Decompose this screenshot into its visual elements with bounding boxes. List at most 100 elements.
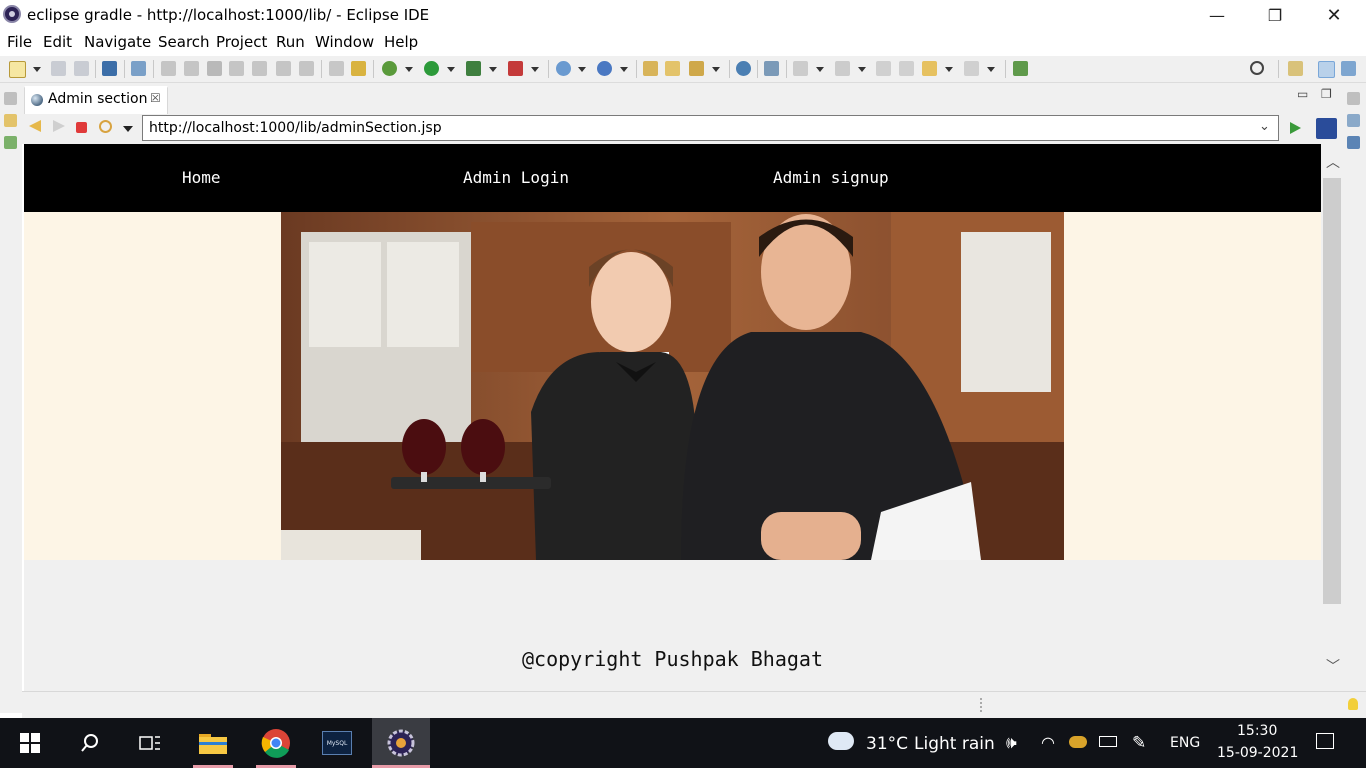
menu-edit[interactable]: Edit: [43, 33, 72, 51]
run-dropdown-icon[interactable]: [447, 67, 455, 72]
search-tool-dropdown-icon[interactable]: [712, 67, 720, 72]
maximize-view-icon[interactable]: ❐: [1321, 87, 1332, 101]
file-explorer-icon[interactable]: [185, 718, 241, 768]
menu-file[interactable]: File: [7, 33, 32, 51]
battery-icon[interactable]: [1099, 736, 1117, 747]
editor-tab-admin-section[interactable]: Admin section ☒: [24, 86, 168, 114]
new-dropdown-icon[interactable]: [33, 67, 41, 72]
nav-link-home[interactable]: Home: [182, 168, 221, 187]
suspend-icon[interactable]: [184, 61, 199, 76]
stop-icon[interactable]: [76, 122, 87, 133]
close-button[interactable]: ✕: [1311, 0, 1357, 30]
open-external-browser-icon[interactable]: [1316, 118, 1337, 139]
debug-icon[interactable]: [382, 61, 397, 76]
next-annotation-icon[interactable]: [793, 61, 808, 76]
weather-temp[interactable]: 31°C: [866, 734, 908, 754]
menu-navigate[interactable]: Navigate: [84, 33, 151, 51]
chrome-icon[interactable]: [248, 718, 304, 768]
scroll-up-icon[interactable]: ︿: [1326, 152, 1340, 172]
search-taskbar-icon[interactable]: [62, 718, 118, 768]
scroll-thumb[interactable]: [1323, 178, 1341, 604]
search-tool-icon[interactable]: [689, 61, 704, 76]
clock-time[interactable]: 15:30: [1237, 723, 1277, 739]
notifications-icon[interactable]: [1316, 733, 1334, 749]
forward-arrow-icon[interactable]: [53, 120, 65, 132]
network-app-icon[interactable]: [1069, 736, 1087, 748]
url-dropdown-icon[interactable]: ⌄: [1259, 119, 1270, 134]
new-class-icon[interactable]: [597, 61, 612, 76]
lightbulb-icon[interactable]: [1348, 698, 1358, 710]
java-ee-perspective-icon[interactable]: [1318, 61, 1335, 78]
terminate-icon[interactable]: [207, 61, 222, 76]
type-hierarchy-icon[interactable]: [4, 136, 17, 149]
task-view-icon[interactable]: [122, 718, 178, 768]
clock-date[interactable]: 15-09-2021: [1217, 745, 1298, 761]
windows-start-icon[interactable]: [2, 718, 58, 768]
open-type-icon[interactable]: [643, 61, 658, 76]
scroll-down-icon[interactable]: ﹀: [1326, 656, 1340, 676]
last-edit-icon[interactable]: [876, 61, 891, 76]
wifi-icon[interactable]: ◠: [1041, 733, 1055, 752]
drop-to-frame-icon[interactable]: [329, 61, 344, 76]
external-tools-dropdown-icon[interactable]: [531, 67, 539, 72]
tab-close-icon[interactable]: ☒: [150, 91, 161, 105]
save-icon[interactable]: [51, 61, 66, 76]
refresh-icon[interactable]: [99, 120, 112, 133]
mysql-icon[interactable]: MySQL: [309, 718, 365, 768]
coverage-icon[interactable]: [466, 61, 481, 76]
restore-right-icon[interactable]: [1347, 92, 1360, 105]
external-tools-icon[interactable]: [508, 61, 523, 76]
java-perspective-icon[interactable]: [1341, 61, 1356, 76]
go-icon[interactable]: [1290, 122, 1301, 134]
open-task-icon[interactable]: [665, 61, 680, 76]
pen-icon[interactable]: ✎: [1132, 733, 1146, 753]
new-server-dropdown-icon[interactable]: [578, 67, 586, 72]
console-icon[interactable]: [102, 61, 117, 76]
refresh-dropdown-icon[interactable]: [123, 126, 133, 132]
minimize-view-icon[interactable]: ▭: [1297, 87, 1308, 101]
weather-desc[interactable]: Light rain: [914, 734, 995, 754]
eclipse-taskbar-icon[interactable]: [372, 718, 430, 768]
nav-link-admin-login[interactable]: Admin Login: [463, 168, 569, 187]
outline-icon[interactable]: [1347, 114, 1360, 127]
previous-annotation-dropdown-icon[interactable]: [858, 67, 866, 72]
page-scrollbar[interactable]: ︿ ﹀: [1321, 144, 1343, 691]
resume-icon[interactable]: [161, 61, 176, 76]
step-return-icon[interactable]: [299, 61, 314, 76]
restore-icon[interactable]: [4, 92, 17, 105]
task-list-icon[interactable]: [1347, 136, 1360, 149]
step-over-icon[interactable]: [276, 61, 291, 76]
language-indicator[interactable]: ENG: [1170, 735, 1200, 751]
volume-icon[interactable]: 🕪: [1006, 733, 1017, 753]
menu-run[interactable]: Run: [276, 33, 305, 51]
debug-dropdown-icon[interactable]: [405, 67, 413, 72]
web-services-icon[interactable]: [764, 61, 779, 76]
forward-icon[interactable]: [964, 61, 979, 76]
new-class-dropdown-icon[interactable]: [620, 67, 628, 72]
previous-annotation-icon[interactable]: [835, 61, 850, 76]
url-input[interactable]: http://localhost:1000/lib/adminSection.j…: [142, 115, 1279, 141]
nav-link-admin-signup[interactable]: Admin signup: [773, 168, 889, 187]
project-explorer-icon[interactable]: [4, 114, 17, 127]
open-perspective-icon[interactable]: [1288, 61, 1303, 76]
run-icon[interactable]: [424, 61, 439, 76]
menu-project[interactable]: Project: [216, 33, 267, 51]
forward-dropdown-icon[interactable]: [987, 67, 995, 72]
save-all-icon[interactable]: [74, 61, 89, 76]
weather-cloud-icon[interactable]: [828, 732, 854, 750]
disconnect-icon[interactable]: [229, 61, 244, 76]
menu-window[interactable]: Window: [315, 33, 374, 51]
forward-edit-icon[interactable]: [899, 61, 914, 76]
new-icon[interactable]: [9, 61, 26, 78]
back-icon[interactable]: [922, 61, 937, 76]
menu-help[interactable]: Help: [384, 33, 418, 51]
back-dropdown-icon[interactable]: [945, 67, 953, 72]
search-icon[interactable]: [1250, 61, 1264, 75]
coverage-dropdown-icon[interactable]: [489, 67, 497, 72]
skip-breakpoints-icon[interactable]: [131, 61, 146, 76]
use-step-filters-icon[interactable]: [351, 61, 366, 76]
step-into-icon[interactable]: [252, 61, 267, 76]
menu-search[interactable]: Search: [158, 33, 210, 51]
next-annotation-dropdown-icon[interactable]: [816, 67, 824, 72]
maximize-button[interactable]: ❐: [1252, 0, 1298, 30]
